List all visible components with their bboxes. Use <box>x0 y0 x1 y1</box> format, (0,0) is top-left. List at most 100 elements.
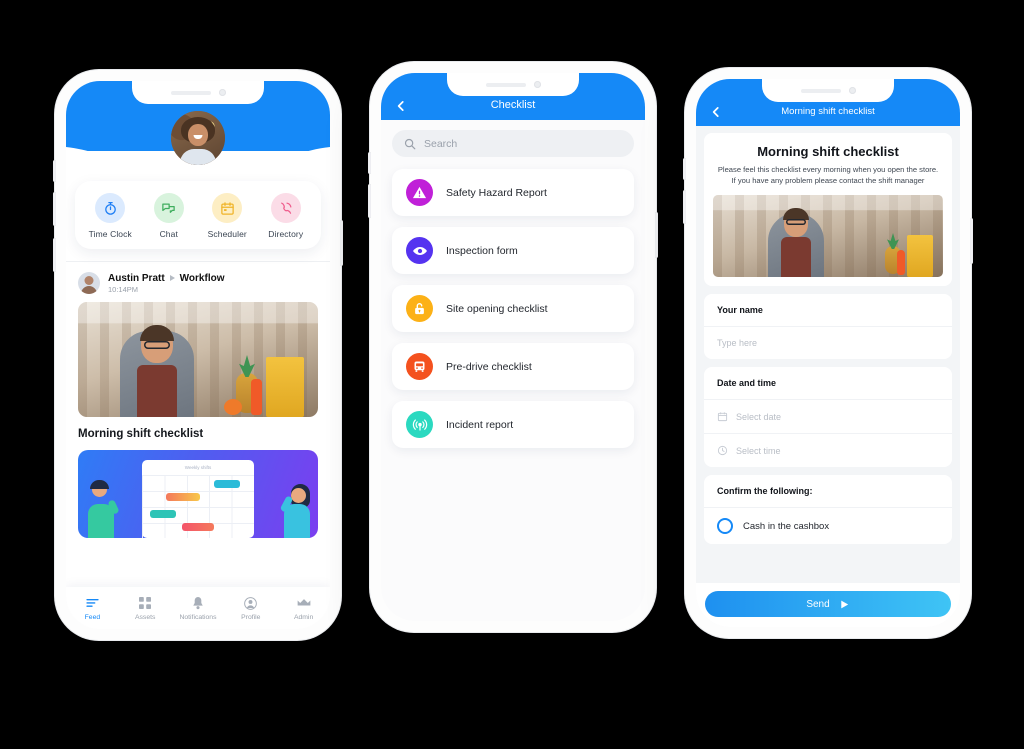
field-your-name: Your name Type here <box>704 294 952 359</box>
tab-label: Feed <box>84 613 101 621</box>
quick-action-label: Directory <box>268 229 304 239</box>
quick-action-directory[interactable]: Directory <box>257 193 316 239</box>
tab-notifications[interactable]: Notifications <box>172 596 225 621</box>
volume-down-button[interactable] <box>53 192 56 226</box>
tab-admin[interactable]: Admin <box>277 596 330 621</box>
checklist-item-label: Inspection form <box>446 244 518 257</box>
play-arrow-icon <box>840 600 848 608</box>
volume-up-button[interactable] <box>368 152 371 174</box>
front-camera <box>218 89 226 96</box>
broadcast-icon <box>406 411 433 438</box>
quick-action-label: Scheduler <box>207 229 247 239</box>
power-button[interactable] <box>655 212 658 258</box>
front-camera <box>533 81 541 88</box>
feed-icon <box>66 596 119 611</box>
phone1-screen: Time Clock Chat Scheduler Directory Aust… <box>66 81 330 629</box>
quick-action-chat[interactable]: Chat <box>140 193 199 239</box>
chat-bubbles-icon <box>153 193 184 223</box>
quick-action-scheduler[interactable]: Scheduler <box>198 193 257 239</box>
confirm-label: Confirm the following: <box>717 486 813 496</box>
field-label: Date and time <box>717 378 777 388</box>
tab-label: Admin <box>293 613 314 621</box>
clock-icon <box>717 445 728 456</box>
crown-icon <box>277 596 330 611</box>
promo-card[interactable]: Weekly shifts <box>78 450 318 538</box>
search-icon <box>404 138 416 149</box>
mute-button[interactable] <box>53 238 56 272</box>
illustration-board: Weekly shifts <box>142 460 254 538</box>
checklist-item-inspection-form[interactable]: Inspection form <box>392 227 634 274</box>
form-image <box>713 195 943 277</box>
post-caption: Morning shift checklist <box>78 428 204 440</box>
search-input[interactable]: Search <box>392 130 634 157</box>
post-timestamp: 10:14PM <box>108 284 139 294</box>
send-label: Send <box>806 598 830 610</box>
name-input[interactable]: Type here <box>704 326 952 359</box>
form-body: Morning shift checklist Please feel this… <box>696 126 960 627</box>
tab-feed[interactable]: Feed <box>66 596 119 621</box>
tab-profile[interactable]: Profile <box>224 596 277 621</box>
padlock-icon <box>406 295 433 322</box>
phone-form: Morning shift checklist Morning shift ch… <box>683 68 973 638</box>
bus-icon <box>406 353 433 380</box>
tab-assets[interactable]: Assets <box>119 596 172 621</box>
speaker-grill <box>170 90 211 95</box>
phone-icon <box>270 193 301 223</box>
form-title: Morning shift checklist <box>757 144 899 159</box>
confirm-option-cash-in-the-cashbox[interactable]: Cash in the cashbox <box>704 507 952 544</box>
quick-action-time-clock[interactable]: Time Clock <box>81 193 140 239</box>
checklist-item-incident-report[interactable]: Incident report <box>392 401 634 448</box>
field-placeholder: Select date <box>736 411 782 422</box>
speaker-grill <box>800 88 841 93</box>
chevron-left-icon[interactable] <box>394 99 408 113</box>
grid-icon <box>119 596 172 611</box>
send-button[interactable]: Send <box>705 591 951 617</box>
field-date-and-time: Date and time Select date Select time <box>704 367 952 467</box>
phone2-screen: Checklist Search Safety Hazard Report In… <box>381 73 645 621</box>
power-button[interactable] <box>970 218 973 264</box>
checklist-item-site-opening-checklist[interactable]: Site opening checklist <box>392 285 634 332</box>
illustration-person-right <box>278 480 312 538</box>
date-input[interactable]: Select date <box>704 399 952 433</box>
post-image[interactable] <box>78 302 318 417</box>
eye-icon <box>406 237 433 264</box>
page-title: Checklist <box>490 99 536 111</box>
post-author-avatar[interactable] <box>78 272 100 294</box>
quick-action-label: Chat <box>159 229 178 239</box>
volume-down-button[interactable] <box>368 184 371 218</box>
checklist-item-pre-drive-checklist[interactable]: Pre-drive checklist <box>392 343 634 390</box>
chevron-right-icon <box>169 275 175 281</box>
time-input[interactable]: Select time <box>704 433 952 467</box>
bell-icon <box>172 596 225 611</box>
post-header: Austin Pratt Workflow 10:14PM <box>66 262 330 300</box>
phone-checklist: Checklist Search Safety Hazard Report In… <box>368 62 658 632</box>
page-title: Morning shift checklist <box>781 106 875 117</box>
volume-up-button[interactable] <box>53 160 56 182</box>
phone-feed: Time Clock Chat Scheduler Directory Aust… <box>53 70 343 640</box>
bottom-tab-bar: Feed Assets Notifications Profile Admin <box>66 587 330 629</box>
field-label: Your name <box>717 305 763 315</box>
calendar-icon <box>717 412 728 422</box>
tab-label: Notifications <box>179 613 217 621</box>
speaker-grill <box>485 82 526 87</box>
confirm-card: Confirm the following: Cash in the cashb… <box>704 475 952 544</box>
send-bar: Send <box>696 583 960 627</box>
radio-button[interactable] <box>717 518 733 534</box>
avatar[interactable] <box>171 111 225 165</box>
form-description: Please feel this checklist every morning… <box>717 165 939 185</box>
board-title: Weekly shifts <box>184 465 212 470</box>
front-camera <box>848 87 856 94</box>
volume-up-button[interactable] <box>683 158 686 180</box>
volume-down-button[interactable] <box>683 190 686 224</box>
power-button[interactable] <box>340 220 343 266</box>
post-author-name: Austin Pratt <box>108 272 165 284</box>
confirm-option-label: Cash in the cashbox <box>743 520 830 532</box>
tab-label: Assets <box>134 613 156 621</box>
checklist-item-label: Safety Hazard Report <box>446 186 547 199</box>
chevron-left-icon[interactable] <box>709 105 723 119</box>
post-author-line: Austin Pratt Workflow <box>108 273 225 284</box>
checklist-item-safety-hazard-report[interactable]: Safety Hazard Report <box>392 169 634 216</box>
phone3-screen: Morning shift checklist Morning shift ch… <box>696 79 960 627</box>
notch <box>447 73 579 96</box>
field-placeholder: Select time <box>736 445 781 456</box>
